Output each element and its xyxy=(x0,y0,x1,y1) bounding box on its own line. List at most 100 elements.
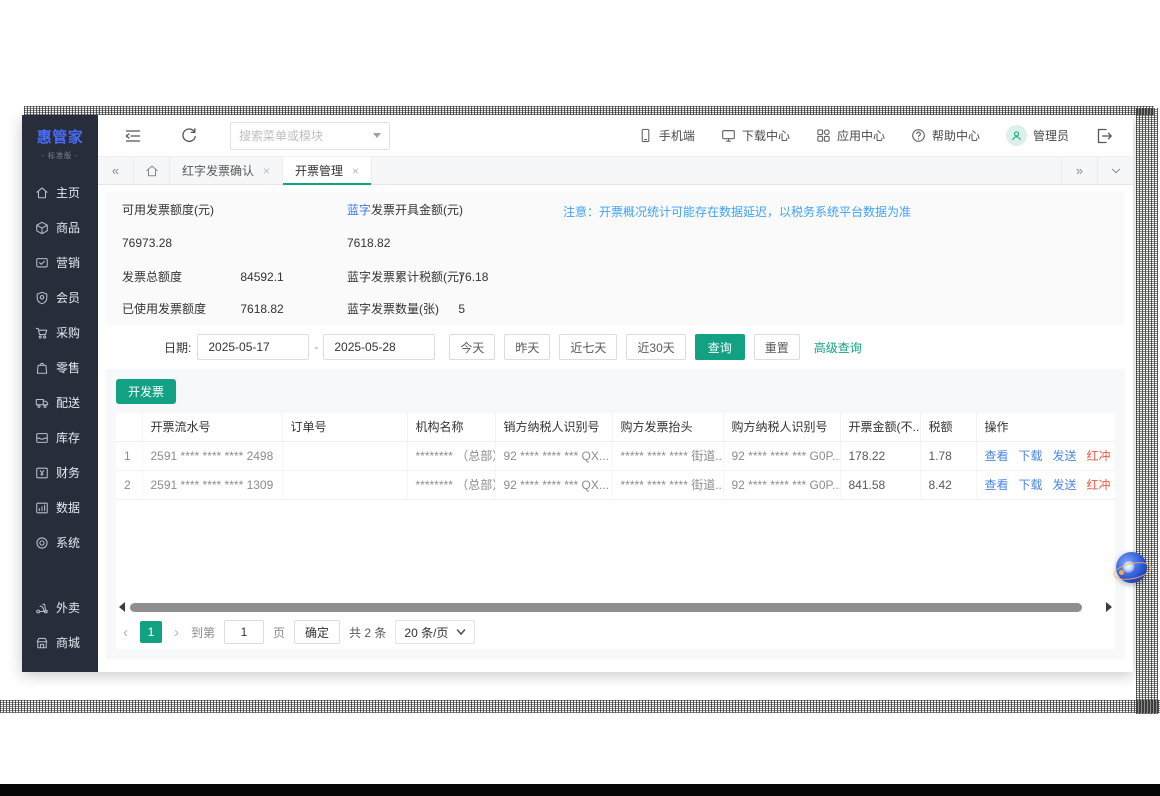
stat-row: 发票总额度 84592.1 xyxy=(122,270,284,284)
app-center-link[interactable]: 应用中心 xyxy=(816,127,885,144)
sidebar-item-finance[interactable]: 财务 xyxy=(22,455,98,490)
stat-label: 蓝字发票数量(张) xyxy=(347,302,455,316)
sidebar-item-home[interactable]: 主页 xyxy=(22,175,98,210)
chevron-down-icon xyxy=(1109,164,1123,178)
topbar-link-label: 帮助中心 xyxy=(932,127,980,144)
page-number-active[interactable]: 1 xyxy=(140,621,162,643)
tab-close-icon[interactable]: × xyxy=(263,164,270,178)
download-link[interactable]: 下载 xyxy=(1019,478,1043,492)
scroll-right-arrow-icon[interactable] xyxy=(1106,602,1112,612)
reset-button[interactable]: 重置 xyxy=(754,334,800,360)
tabs-dropdown-button[interactable] xyxy=(1097,157,1133,184)
sidebar-item-data[interactable]: 数据 xyxy=(22,490,98,525)
sidebar-item-products[interactable]: 商品 xyxy=(22,210,98,245)
sidebar-item-delivery[interactable]: 配送 xyxy=(22,385,98,420)
cell-order xyxy=(282,470,407,499)
advanced-search-link[interactable]: 高级查询 xyxy=(814,339,862,356)
goto-confirm-button[interactable]: 确定 xyxy=(294,620,340,644)
download-link[interactable]: 下载 xyxy=(1019,449,1043,463)
menu-gap xyxy=(22,560,98,590)
create-invoice-button[interactable]: 开发票 xyxy=(116,379,176,404)
cell-actions: 查看下载发送红冲 xyxy=(976,441,1115,470)
date-to-input[interactable] xyxy=(323,334,435,360)
logout-button[interactable] xyxy=(1091,123,1117,149)
home-icon xyxy=(35,186,49,200)
sidebar-item-retail[interactable]: 零售 xyxy=(22,350,98,385)
tab-close-icon[interactable]: × xyxy=(352,164,359,178)
stat-label: 发票总额度 xyxy=(122,270,237,284)
page-size-select[interactable]: 20 条/页 xyxy=(395,620,475,644)
sidebar-item-system[interactable]: 系统 xyxy=(22,525,98,560)
quick-30days-button[interactable]: 近30天 xyxy=(626,334,685,360)
date-from-input[interactable] xyxy=(197,334,309,360)
tabs-scroll-left-button[interactable]: « xyxy=(98,157,134,184)
view-link[interactable]: 查看 xyxy=(985,478,1009,492)
search-input[interactable] xyxy=(239,129,373,143)
user-icon xyxy=(1010,129,1023,142)
horizontal-scrollbar xyxy=(116,599,1115,615)
collapse-menu-button[interactable] xyxy=(120,123,146,149)
topbar-link-label: 手机端 xyxy=(659,127,695,144)
scrollbar-track[interactable] xyxy=(130,603,1101,612)
red-reverse-link[interactable]: 红冲 xyxy=(1087,478,1111,492)
stat-title: 可用发票额度(元) xyxy=(122,203,214,217)
search-button[interactable]: 查询 xyxy=(695,334,745,360)
tab-invoice-management[interactable]: 开票管理 × xyxy=(283,157,372,184)
stat-label: 已使用发票额度 xyxy=(122,302,237,316)
invoice-stats-panel: 可用发票额度(元) 76973.28 发票总额度 84592.1 已使用发票额度… xyxy=(106,192,1125,325)
prev-page-button[interactable]: ‹ xyxy=(120,624,131,641)
sidebar-item-purchasing[interactable]: 采购 xyxy=(22,315,98,350)
send-link[interactable]: 发送 xyxy=(1053,449,1077,463)
table-header-row: 开票流水号 订单号 机构名称 销方纳税人识别号 购方发票抬头 购方纳税人识别号 … xyxy=(116,413,1115,441)
scrollbar-thumb[interactable] xyxy=(130,603,1082,612)
bottom-black-bar xyxy=(0,784,1160,796)
question-circle-icon xyxy=(911,128,926,143)
admin-user-menu[interactable]: 管理员 xyxy=(1006,125,1069,146)
tabs-scroll-right-button[interactable]: » xyxy=(1061,157,1097,184)
sidebar-item-label: 会员 xyxy=(56,289,80,306)
cell-buyer-tax: 92 **** **** *** G0P... xyxy=(723,470,840,499)
sidebar-item-members[interactable]: 会员 xyxy=(22,280,98,315)
sidebar-item-mall[interactable]: 商城 xyxy=(22,625,98,660)
cart-icon xyxy=(35,326,49,340)
topbar-link-label: 下载中心 xyxy=(742,127,790,144)
stat-row: 已使用发票额度 7618.82 xyxy=(122,302,284,316)
cell-buyer-tax: 92 **** **** *** G0P... xyxy=(723,441,840,470)
send-link[interactable]: 发送 xyxy=(1053,478,1077,492)
view-link[interactable]: 查看 xyxy=(985,449,1009,463)
next-page-button[interactable]: › xyxy=(171,624,182,641)
goto-page-input[interactable] xyxy=(224,620,264,644)
col-org: 机构名称 xyxy=(407,413,495,441)
tab-red-invoice-confirm[interactable]: 红字发票确认 × xyxy=(170,157,283,184)
module-search[interactable] xyxy=(230,122,390,150)
sidebar-item-label: 配送 xyxy=(56,394,80,411)
col-actions: 操作 xyxy=(976,413,1115,441)
col-buyer-tax: 购方纳税人识别号 xyxy=(723,413,840,441)
app-window: 惠管家 - 标准版 - 主页 商品 营销 会员 采购 xyxy=(22,115,1133,672)
sidebar-item-label: 营销 xyxy=(56,254,80,271)
sidebar-item-takeout[interactable]: 外卖 xyxy=(22,590,98,625)
red-reverse-link[interactable]: 红冲 xyxy=(1087,449,1111,463)
cube-icon xyxy=(35,221,49,235)
system-icon xyxy=(35,536,49,550)
sidebar-item-label: 零售 xyxy=(56,359,80,376)
quick-yesterday-button[interactable]: 昨天 xyxy=(504,334,550,360)
download-center-link[interactable]: 下载中心 xyxy=(721,127,790,144)
mobile-app-link[interactable]: 手机端 xyxy=(638,127,695,144)
sidebar-item-inventory[interactable]: 库存 xyxy=(22,420,98,455)
page-size-value: 20 条/页 xyxy=(404,624,448,641)
quick-7days-button[interactable]: 近七天 xyxy=(559,334,617,360)
quick-today-button[interactable]: 今天 xyxy=(449,334,495,360)
sidebar-item-marketing[interactable]: 营销 xyxy=(22,245,98,280)
refresh-button[interactable] xyxy=(176,123,202,149)
home-tab-button[interactable] xyxy=(134,157,170,184)
floating-assistant-button[interactable] xyxy=(1116,552,1147,583)
sidebar-item-label: 商品 xyxy=(56,219,80,236)
tabbar-spacer xyxy=(372,157,1061,184)
logo: 惠管家 - 标准版 - xyxy=(22,115,98,169)
scroll-left-arrow-icon[interactable] xyxy=(119,602,125,612)
stat-value: 5 xyxy=(458,302,465,316)
sidebar-item-label: 系统 xyxy=(56,534,80,551)
invoice-table: 开票流水号 订单号 机构名称 销方纳税人识别号 购方发票抬头 购方纳税人识别号 … xyxy=(116,413,1115,500)
help-center-link[interactable]: 帮助中心 xyxy=(911,127,980,144)
